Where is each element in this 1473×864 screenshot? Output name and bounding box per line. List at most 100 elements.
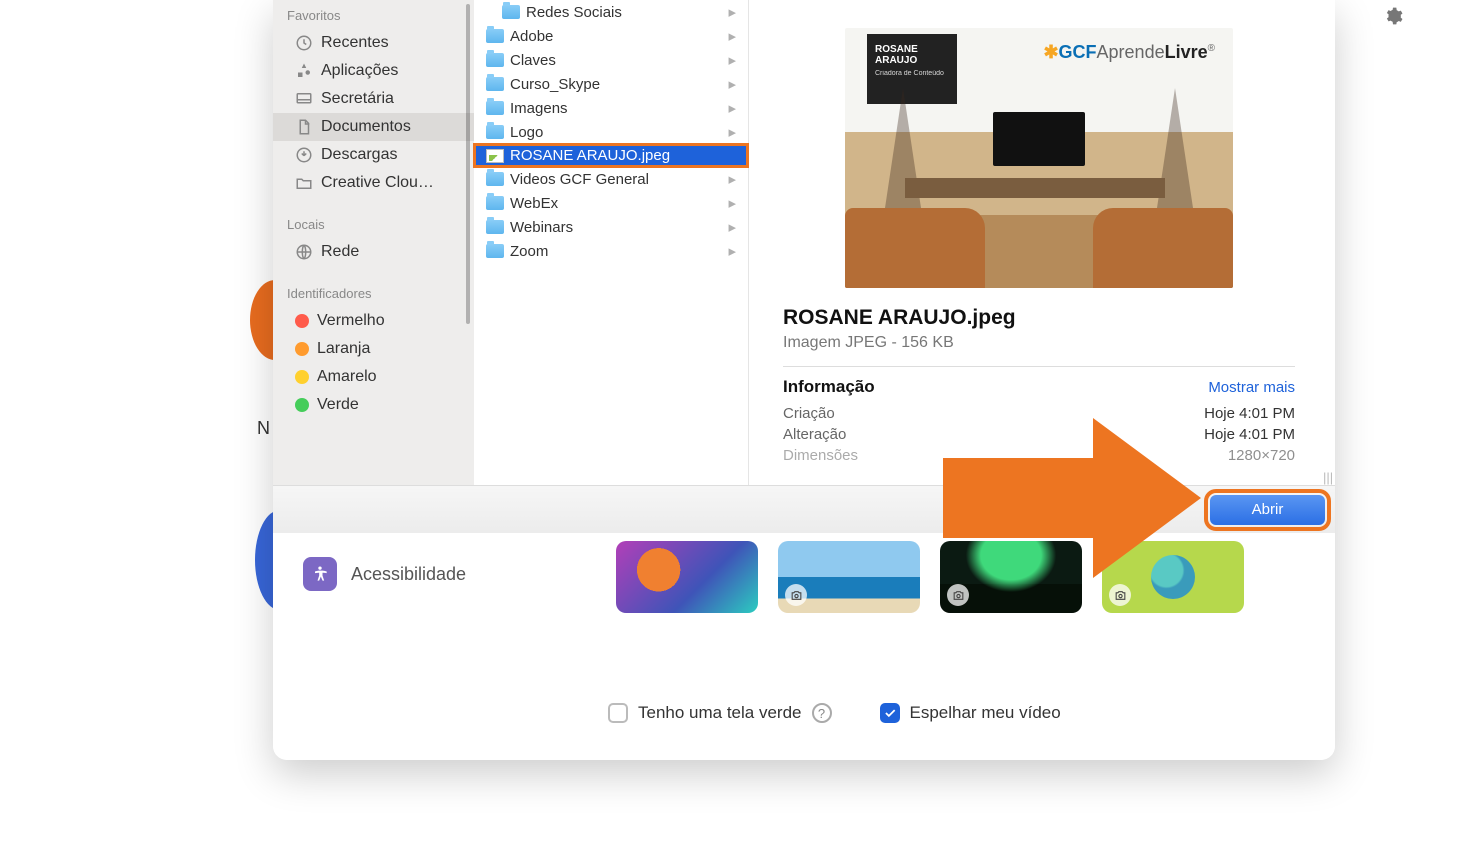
column-resize-handle[interactable]: ||| (1323, 470, 1333, 485)
camera-icon (947, 584, 969, 606)
checkbox-label: Tenho uma tela verde (638, 703, 802, 723)
info-row-modified: Alteração Hoje 4:01 PM (783, 424, 1295, 445)
file-row-webex[interactable]: WebEx ▸ (474, 191, 748, 215)
sidebar-tag-yellow[interactable]: Amarelo (273, 363, 474, 391)
sidebar-item-label: Rede (321, 243, 359, 261)
background-settings-panel: Acessibilidade Tenho uma tela verde ? E (273, 533, 1335, 760)
info-label: Alteração (783, 426, 846, 443)
file-list-column: Redes Sociais ▸ Adobe ▸ Claves ▸ Curso_S… (474, 0, 749, 485)
sidebar-item-creative-cloud[interactable]: Creative Clou… (273, 169, 474, 197)
sidebar-tag-orange[interactable]: Laranja (273, 335, 474, 363)
checkbox-label: Espelhar meu vídeo (910, 703, 1061, 723)
accessibility-menu-item[interactable]: Acessibilidade (303, 557, 466, 591)
preview-image: ROSANE ARAUJO Criadora de Conteúdo ✱GCFA… (845, 28, 1233, 288)
sidebar-item-label: Recentes (321, 34, 389, 52)
file-name: Claves (510, 52, 556, 69)
chevron-right-icon: ▸ (728, 3, 736, 21)
sidebar-item-label: Creative Clou… (321, 174, 434, 192)
folder-icon (486, 196, 504, 210)
camera-icon (785, 584, 807, 606)
sidebar-item-label: Laranja (317, 340, 370, 358)
file-row-imagens[interactable]: Imagens ▸ (474, 96, 748, 120)
info-value: Hoje 4:01 PM (1204, 426, 1295, 443)
accessibility-label: Acessibilidade (351, 564, 466, 585)
show-more-link[interactable]: Mostrar mais (1208, 379, 1295, 396)
folder-icon (295, 174, 313, 192)
preview-subtitle: Imagem JPEG - 156 KB (783, 334, 1295, 352)
file-name: Adobe (510, 28, 553, 45)
folder-icon (486, 53, 504, 67)
file-row-curso-skype[interactable]: Curso_Skype ▸ (474, 72, 748, 96)
thumb-tiger[interactable] (616, 541, 758, 613)
file-row-redes-sociais[interactable]: Redes Sociais ▸ (474, 0, 748, 24)
file-name: ROSANE ARAUJO.jpeg (510, 147, 670, 164)
chevron-right-icon: ▸ (728, 75, 736, 93)
checkbox-checked-icon (880, 703, 900, 723)
badge-subtitle: Criadora de Conteúdo (875, 70, 949, 77)
sidebar-item-label: Documentos (321, 118, 411, 136)
folder-icon (486, 77, 504, 91)
desktop-icon (295, 90, 313, 108)
mirror-video-checkbox[interactable]: Espelhar meu vídeo (880, 703, 1061, 723)
file-row-logo[interactable]: Logo ▸ (474, 120, 748, 144)
thumb-beach[interactable] (778, 541, 920, 613)
folder-icon (486, 29, 504, 43)
cropped-letter: N (257, 418, 270, 439)
info-row-created: Criação Hoje 4:01 PM (783, 403, 1295, 424)
accessibility-icon (303, 557, 337, 591)
thumb-aurora[interactable] (940, 541, 1082, 613)
file-name: Videos GCF General (510, 171, 649, 188)
file-name: Webinars (510, 219, 573, 236)
file-row-rosane-araujo[interactable]: ROSANE ARAUJO.jpeg (474, 144, 748, 167)
sidebar-item-documents[interactable]: Documentos (273, 113, 474, 141)
sidebar-item-label: Descargas (321, 146, 397, 164)
info-section-title: Informação (783, 377, 875, 397)
sidebar-item-label: Vermelho (317, 312, 385, 330)
open-button[interactable]: Abrir (1210, 495, 1325, 525)
folder-icon (486, 172, 504, 186)
file-row-webinars[interactable]: Webinars ▸ (474, 215, 748, 239)
sidebar-item-network[interactable]: Rede (273, 238, 474, 266)
chevron-right-icon: ▸ (728, 51, 736, 69)
thumb-earth[interactable] (1102, 541, 1244, 613)
chevron-right-icon: ▸ (728, 27, 736, 45)
info-label: Dimensões (783, 447, 858, 464)
chevron-right-icon: ▸ (728, 170, 736, 188)
sidebar-item-label: Secretária (321, 90, 394, 108)
info-value: Hoje 4:01 PM (1204, 405, 1295, 422)
file-name: WebEx (510, 195, 558, 212)
sidebar-item-applications[interactable]: Aplicações (273, 57, 474, 85)
checkbox-icon (608, 703, 628, 723)
file-row-zoom[interactable]: Zoom ▸ (474, 239, 748, 263)
background-thumbnails (616, 541, 1244, 613)
file-name: Curso_Skype (510, 76, 600, 93)
settings-gear-icon[interactable] (1383, 6, 1403, 26)
apps-icon (295, 62, 313, 80)
sidebar-item-label: Aplicações (321, 62, 398, 80)
chevron-right-icon: ▸ (728, 242, 736, 260)
sidebar-tag-green[interactable]: Verde (273, 391, 474, 419)
info-value: 1280×720 (1228, 447, 1295, 464)
gcf-logo: ✱GCFAprendeLivre® (1043, 42, 1215, 63)
info-label: Criação (783, 405, 835, 422)
badge-name: ROSANE ARAUJO (875, 44, 949, 66)
chevron-right-icon: ▸ (728, 123, 736, 141)
tag-dot-icon (295, 314, 309, 328)
sidebar-item-desktop[interactable]: Secretária (273, 85, 474, 113)
preview-title: ROSANE ARAUJO.jpeg (783, 306, 1295, 330)
file-row-claves[interactable]: Claves ▸ (474, 48, 748, 72)
tag-dot-icon (295, 342, 309, 356)
sidebar: Favoritos Recentes Aplicações Secretária… (273, 0, 474, 485)
sidebar-item-downloads[interactable]: Descargas (273, 141, 474, 169)
sidebar-section-favorites: Favoritos (273, 2, 474, 29)
chevron-right-icon: ▸ (728, 194, 736, 212)
file-row-videos-gcf[interactable]: Videos GCF General ▸ (474, 167, 748, 191)
clock-icon (295, 34, 313, 52)
file-row-adobe[interactable]: Adobe ▸ (474, 24, 748, 48)
sidebar-section-tags: Identificadores (273, 280, 474, 307)
file-open-dialog: Favoritos Recentes Aplicações Secretária… (273, 0, 1335, 760)
sidebar-tag-red[interactable]: Vermelho (273, 307, 474, 335)
sidebar-item-recents[interactable]: Recentes (273, 29, 474, 57)
green-screen-checkbox[interactable]: Tenho uma tela verde ? (608, 703, 832, 723)
help-icon[interactable]: ? (812, 703, 832, 723)
